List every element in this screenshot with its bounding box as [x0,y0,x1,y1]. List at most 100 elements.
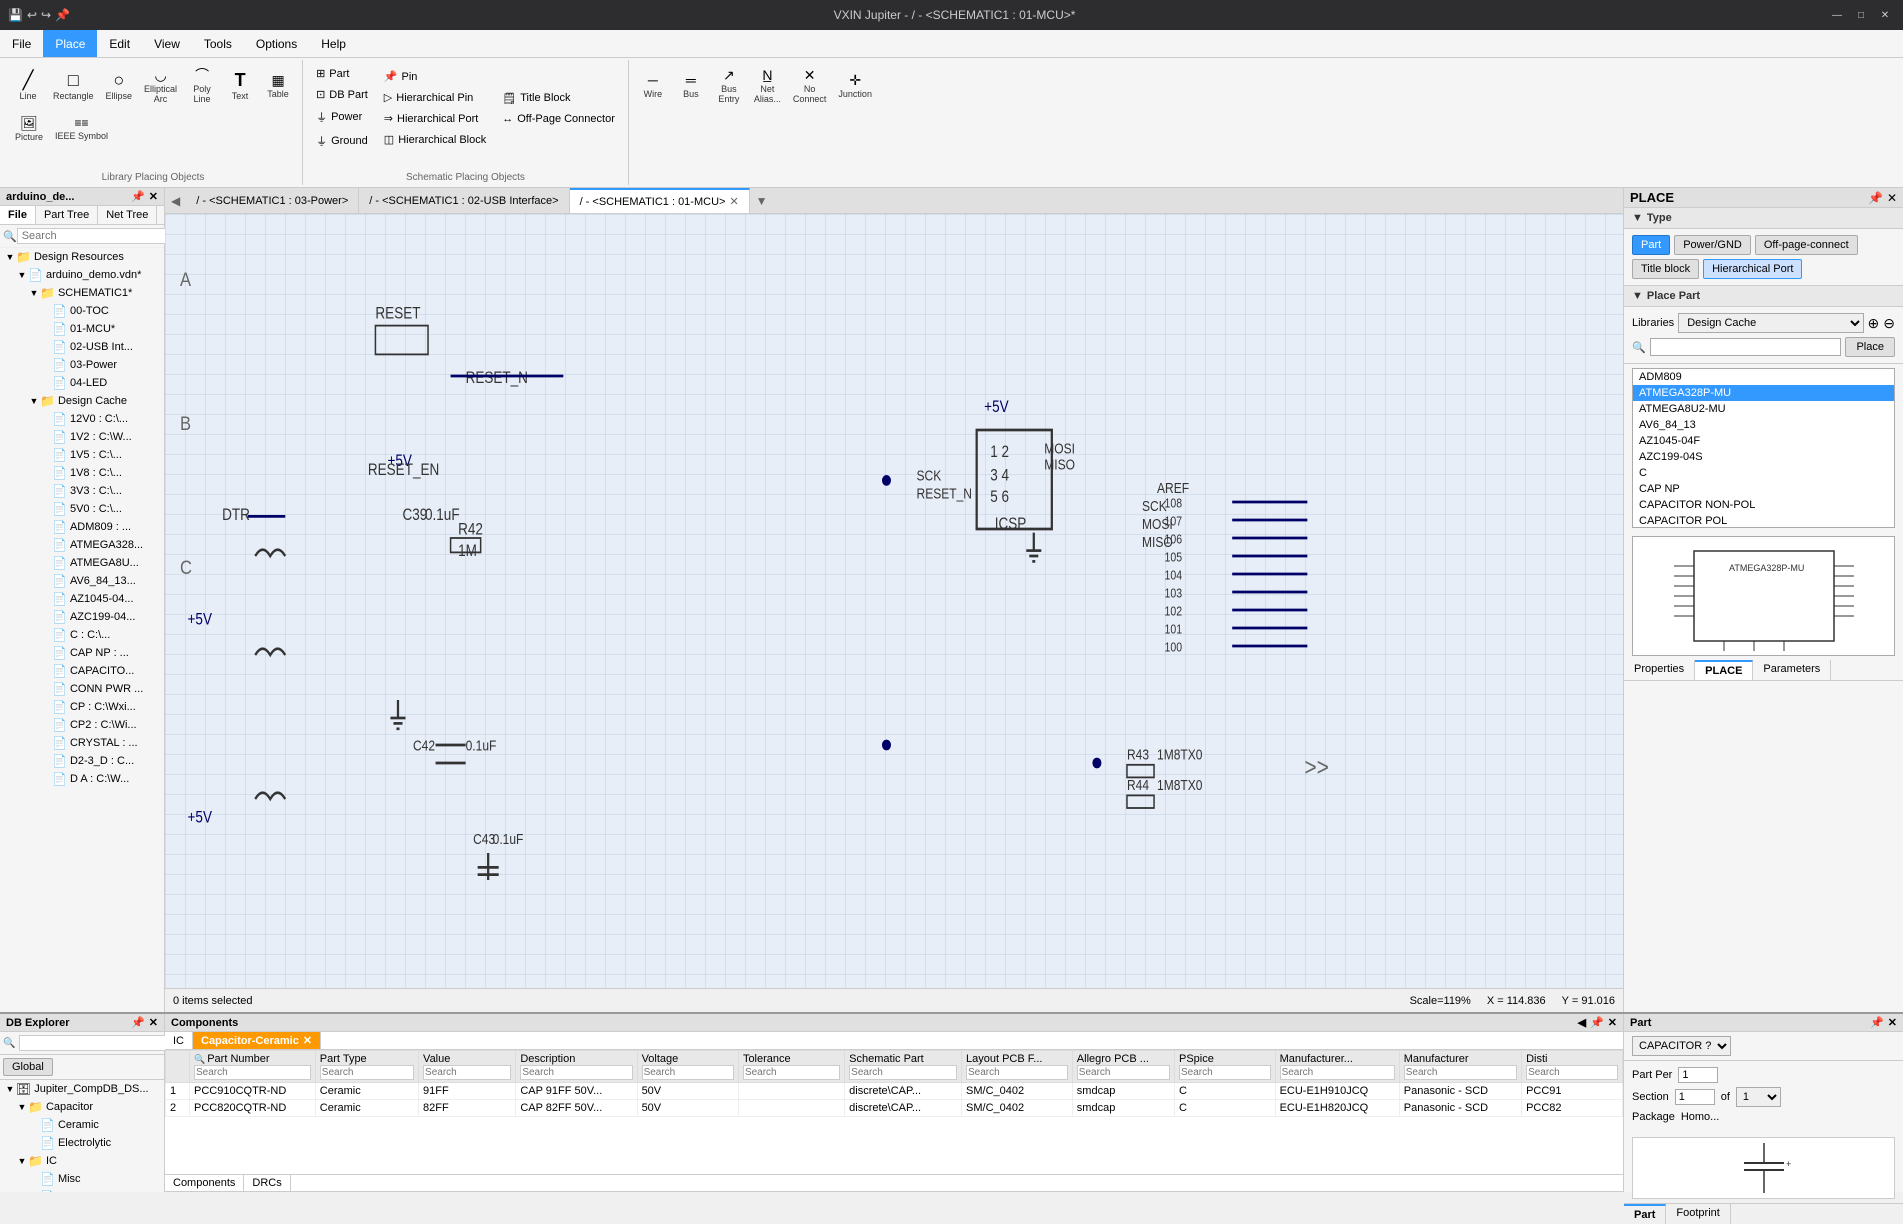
ieee-symbol-tool[interactable]: ≡≡ IEEE Symbol [50,113,113,145]
component-list-item[interactable]: AZ1045-04F [1633,433,1894,449]
left-tree-item[interactable]: 📄CONN PWR ... [0,680,164,698]
table-row[interactable]: 2 PCC820CQTR-ND Ceramic 82FF CAP 82FF 50… [166,1100,1623,1117]
no-connect-tool[interactable]: ✕ NoConnect [788,64,832,108]
type-btn-hier-port[interactable]: Hierarchical Port [1703,259,1802,279]
part-tool[interactable]: ⊞ Part [309,64,375,83]
left-tree-item[interactable]: ▼📁SCHEMATIC1* [0,284,164,302]
hierarchical-port-tool[interactable]: ⇒ Hierarchical Port [377,109,493,128]
left-tree-item[interactable]: 📄1V8 : C:\... [0,464,164,482]
left-tree-item[interactable]: 📄1V5 : C:\... [0,446,164,464]
redo-icon[interactable]: ↪ [41,8,51,22]
db-tree-item[interactable]: 📄Electrolytic [0,1134,164,1152]
left-tree-item[interactable]: 📄CRYSTAL : ... [0,734,164,752]
libraries-dropdown[interactable]: Design Cache [1678,313,1863,333]
menu-options[interactable]: Options [244,30,309,57]
left-panel-close[interactable]: ✕ [149,190,158,203]
capacitor-type-dropdown[interactable]: CAPACITOR ? [1632,1036,1731,1056]
left-tree-item[interactable]: 📄ADM809 : ... [0,518,164,536]
component-list-item[interactable]: CAP NP [1633,481,1894,497]
left-tree-item[interactable]: 📄D A : C:\W... [0,770,164,788]
tab-part-tree[interactable]: Part Tree [36,206,98,224]
search-allegro-pcb[interactable] [1077,1065,1170,1080]
search-schematic-part[interactable] [849,1065,957,1080]
left-tree-item[interactable]: 📄CAP NP : ... [0,644,164,662]
component-list-item[interactable]: AZC199-04S [1633,449,1894,465]
part-pin-icon[interactable]: 📌 [1870,1016,1884,1029]
left-tree-item[interactable]: 📄02-USB Int... [0,338,164,356]
component-list-item[interactable]: AV6_84_13 [1633,417,1894,433]
elliptical-arc-tool[interactable]: ◡ EllipticalArc [139,64,182,108]
table-tool[interactable]: ▦ Table [260,69,296,103]
tab-file[interactable]: File [0,206,36,224]
left-search-input[interactable] [17,228,169,244]
undo-icon[interactable]: ↩ [27,8,37,22]
tab-parameters[interactable]: Parameters [1753,660,1831,680]
search-description[interactable] [520,1065,632,1080]
tab-net-tree[interactable]: Net Tree [98,206,157,224]
left-tree-item[interactable]: 📄CP : C:\Wxi... [0,698,164,716]
comp-nav-left[interactable]: ◀ [1578,1016,1586,1029]
line-tool[interactable]: ╱ Line [10,67,46,105]
save-icon[interactable]: 💾 [8,8,23,22]
search-manufacturer1[interactable] [1280,1065,1395,1080]
left-tree-item[interactable]: 📄AZ1045-04... [0,590,164,608]
tab-03-power[interactable]: / - <SCHEMATIC1 : 03-Power> [186,188,359,213]
type-btn-power-gnd[interactable]: Power/GND [1674,235,1751,255]
db-tree-item[interactable]: ▼🗄Jupiter_CompDB_DS... [0,1080,164,1098]
left-tree-item[interactable]: 📄AV6_84_13... [0,572,164,590]
search-tolerance[interactable] [743,1065,840,1080]
left-tree-item[interactable]: 📄CP2 : C:\Wi... [0,716,164,734]
component-list-item[interactable]: ATMEGA328P-MU [1633,385,1894,401]
ground-tool[interactable]: ⏚ Ground [309,130,375,152]
type-btn-title-block[interactable]: Title block [1632,259,1699,279]
db-global-button[interactable]: Global [3,1058,53,1076]
ellipse-tool[interactable]: ○ Ellipse [101,67,138,105]
section-dropdown[interactable]: 1 [1736,1087,1781,1107]
left-tree-item[interactable]: 📄01-MCU* [0,320,164,338]
title-block-tool[interactable]: 🗒 Title Block [495,89,622,108]
poly-line-tool[interactable]: ⌒ PolyLine [184,64,220,108]
left-tree-item[interactable]: 📄03-Power [0,356,164,374]
menu-edit[interactable]: Edit [97,30,142,57]
left-tree-item[interactable]: ▼📄arduino_demo.vdn* [0,266,164,284]
component-list-item[interactable]: CAPACITOR NON-POL [1633,497,1894,513]
db-part-tool[interactable]: ⊡ DB Part [309,85,375,104]
left-tree-item[interactable]: 📄04-LED [0,374,164,392]
left-tree-item[interactable]: 📄D2-3_D : C... [0,752,164,770]
db-tree-item[interactable]: 📄TTL Logic [0,1188,164,1192]
left-tree-item[interactable]: 📄AZC199-04... [0,608,164,626]
left-tree-item[interactable]: 📄12V0 : C:\... [0,410,164,428]
search-value[interactable] [423,1065,511,1080]
hierarchical-pin-tool[interactable]: ▷ Hierarchical Pin [377,88,493,107]
pin-tool[interactable]: 📌 Pin [377,67,493,86]
left-tree-item[interactable]: 📄5V0 : C:\... [0,500,164,518]
search-pspice[interactable] [1179,1065,1271,1080]
tab-dropdown-arrow[interactable]: ▼ [750,194,774,208]
type-btn-off-page[interactable]: Off-page-connect [1755,235,1858,255]
schematic-canvas[interactable]: A B C RESET DTR +5V +5V +5V RES [165,214,1623,988]
search-place-input[interactable] [1650,338,1842,356]
maximize-button[interactable]: □ [1851,5,1871,25]
part-tab-footprint[interactable]: Footprint [1666,1204,1730,1224]
close-button[interactable]: ✕ [1875,5,1895,25]
ceramic-tab-close[interactable]: ✕ [303,1034,312,1047]
left-tree-item[interactable]: 📄1V2 : C:\W... [0,428,164,446]
search-voltage[interactable] [642,1065,734,1080]
off-page-connector-tool[interactable]: ↔ Off-Page Connector [495,110,622,128]
tab-prev-arrow[interactable]: ◀ [165,194,186,208]
menu-place[interactable]: Place [43,30,97,57]
minimize-button[interactable]: — [1827,5,1847,25]
search-layout-pcb[interactable] [966,1065,1068,1080]
bus-entry-tool[interactable]: ↗ BusEntry [711,64,747,108]
net-alias-tool[interactable]: N̲ NetAlias... [749,64,786,108]
rectangle-tool[interactable]: □ Rectangle [48,67,99,105]
bus-tool[interactable]: ═ Bus [673,69,709,103]
wire-tool[interactable]: ─ Wire [635,69,671,103]
text-tool[interactable]: T Text [222,67,258,105]
part-tab-part[interactable]: Part [1624,1204,1666,1224]
section-input[interactable] [1675,1089,1715,1105]
tab-01-mcu-close[interactable]: ✕ [729,195,738,208]
picture-tool[interactable]: 🖼 Picture [10,112,48,146]
comp-footer-tab-components[interactable]: Components [165,1175,244,1191]
add-library-icon[interactable]: ⊕ [1868,315,1880,332]
